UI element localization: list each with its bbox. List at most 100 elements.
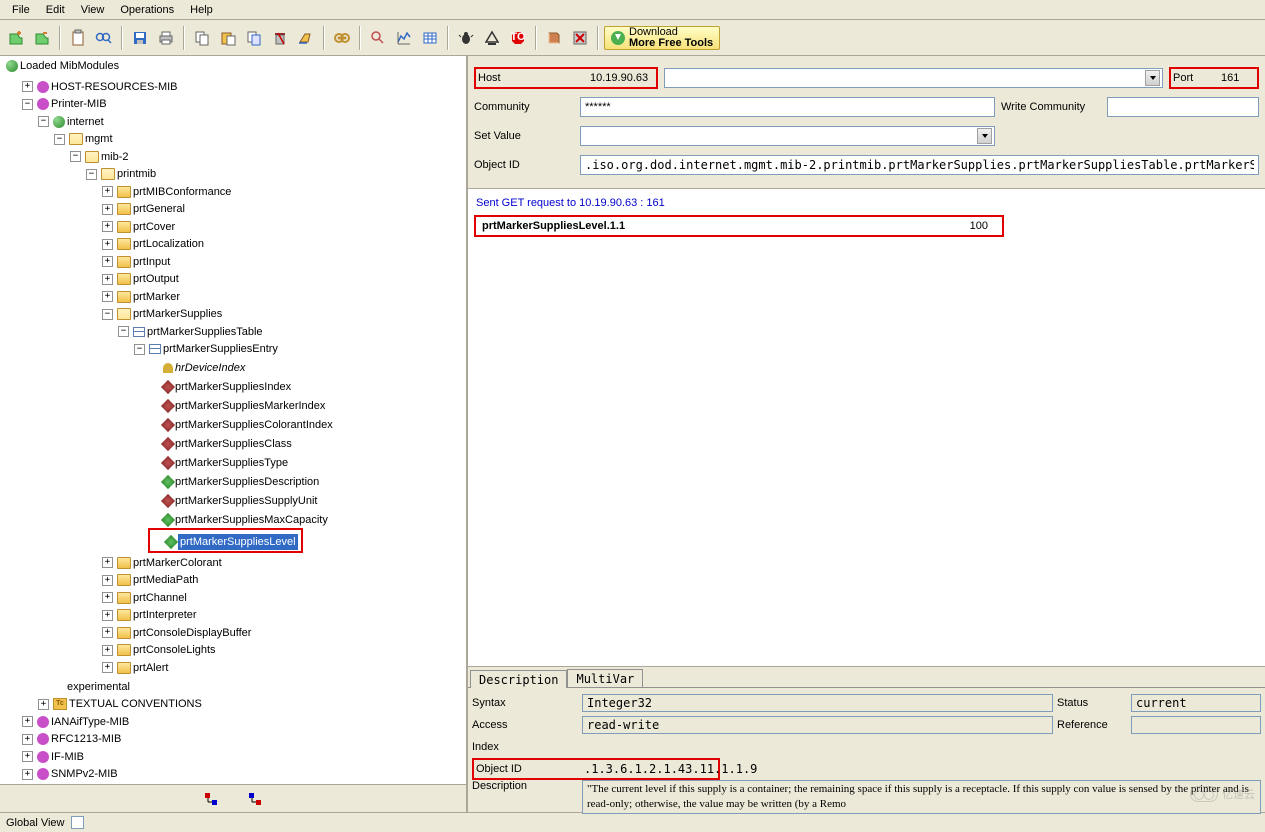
tree-item[interactable]: RFC1213-MIB xyxy=(51,731,121,747)
tree-item[interactable]: prtMarker xyxy=(133,289,180,305)
expand-toggle[interactable]: − xyxy=(86,169,97,180)
menu-view[interactable]: View xyxy=(73,2,113,18)
tree-item[interactable]: prtMarkerSuppliesMaxCapacity xyxy=(175,512,328,528)
setvalue-dropdown[interactable] xyxy=(580,126,995,146)
expand-toggle[interactable]: + xyxy=(102,557,113,568)
expand-toggle[interactable]: + xyxy=(102,256,113,267)
tree-item[interactable]: prtMarkerColorant xyxy=(133,555,222,571)
menu-operations[interactable]: Operations xyxy=(112,2,182,18)
tree-item[interactable]: prtCover xyxy=(133,219,175,235)
expand-toggle[interactable]: + xyxy=(102,274,113,285)
tree-item[interactable]: prtOutput xyxy=(133,271,179,287)
expand-toggle[interactable]: + xyxy=(102,221,113,232)
result-panel[interactable]: Sent GET request to 10.19.90.63 : 161 pr… xyxy=(468,188,1265,667)
expand-toggle[interactable]: + xyxy=(102,592,113,603)
mib-tree[interactable]: Loaded MibModules + HOST-RESOURCES-MIB −… xyxy=(0,56,466,784)
expand-toggle[interactable]: − xyxy=(70,151,81,162)
tree-item[interactable]: prtMarkerSuppliesMarkerIndex xyxy=(175,398,325,414)
menu-help[interactable]: Help xyxy=(182,2,221,18)
expand-toggle[interactable]: + xyxy=(22,734,33,745)
exit-icon[interactable] xyxy=(568,26,592,50)
host-dropdown[interactable] xyxy=(664,68,1163,88)
tree-item[interactable]: prtGeneral xyxy=(133,201,185,217)
community-input[interactable] xyxy=(580,97,995,117)
tree-item[interactable]: prtMarkerSuppliesColorantIndex xyxy=(175,417,333,433)
tree-item[interactable]: prtMarkerSuppliesTable xyxy=(147,324,263,340)
debug-icon[interactable] xyxy=(454,26,478,50)
expand-toggle[interactable]: − xyxy=(54,134,65,145)
tree-item[interactable]: prtMIBConformance xyxy=(133,184,231,200)
get-icon[interactable] xyxy=(366,26,390,50)
expand-toggle[interactable]: + xyxy=(102,291,113,302)
expand-toggle[interactable]: + xyxy=(102,610,113,621)
paste-icon[interactable] xyxy=(216,26,240,50)
tree-item[interactable]: prtMarkerSuppliesEntry xyxy=(163,341,278,357)
print-icon[interactable] xyxy=(154,26,178,50)
find-icon[interactable] xyxy=(92,26,116,50)
download-tools-button[interactable]: Download More Free Tools xyxy=(604,26,720,50)
expand-toggle[interactable]: − xyxy=(22,99,33,110)
tree-item[interactable]: prtChannel xyxy=(133,590,187,606)
tree-nav-icon[interactable] xyxy=(204,792,218,806)
expand-toggle[interactable]: + xyxy=(102,645,113,656)
tree-item[interactable]: IANAifType-MIB xyxy=(51,714,129,730)
tree-item[interactable]: prtMediaPath xyxy=(133,572,198,588)
tree-item[interactable]: Printer-MIB xyxy=(51,96,107,112)
tab-description[interactable]: Description xyxy=(470,670,567,688)
expand-toggle[interactable]: − xyxy=(102,309,113,320)
expand-toggle[interactable]: + xyxy=(102,204,113,215)
clipboard-icon[interactable] xyxy=(66,26,90,50)
tree-item[interactable]: IF-MIB xyxy=(51,749,84,765)
expand-toggle[interactable]: − xyxy=(134,344,145,355)
clear-icon[interactable] xyxy=(294,26,318,50)
tree-item[interactable]: prtConsoleLights xyxy=(133,642,216,658)
tree-root[interactable]: Loaded MibModules xyxy=(20,58,119,74)
tab-multivar[interactable]: MultiVar xyxy=(567,669,643,687)
tree-item[interactable]: prtMarkerSuppliesIndex xyxy=(175,379,291,395)
tree-item[interactable]: prtMarkerSuppliesClass xyxy=(175,436,292,452)
expand-toggle[interactable]: + xyxy=(22,716,33,727)
objectid-input[interactable] xyxy=(580,155,1259,175)
tree-item[interactable]: prtAlert xyxy=(133,660,168,676)
tree-item[interactable]: mgmt xyxy=(85,131,113,147)
save-icon[interactable] xyxy=(128,26,152,50)
expand-toggle[interactable]: + xyxy=(38,699,49,710)
delete-icon[interactable] xyxy=(268,26,292,50)
copy-icon[interactable] xyxy=(190,26,214,50)
global-view-checkbox[interactable] xyxy=(71,816,84,829)
expand-toggle[interactable]: − xyxy=(38,116,49,127)
unload-mib-icon[interactable] xyxy=(30,26,54,50)
expand-toggle[interactable]: + xyxy=(102,186,113,197)
write-community-input[interactable] xyxy=(1107,97,1259,117)
tree-item[interactable]: prtInterpreter xyxy=(133,607,197,623)
tree-item[interactable]: prtMarkerSuppliesType xyxy=(175,455,288,471)
expand-toggle[interactable]: − xyxy=(118,326,129,337)
tree-item-selected[interactable]: prtMarkerSuppliesLevel xyxy=(178,534,298,550)
tree-item[interactable]: prtMarkerSuppliesDescription xyxy=(175,474,319,490)
tree-item[interactable]: prtLocalization xyxy=(133,236,204,252)
cut-icon[interactable] xyxy=(242,26,266,50)
expand-toggle[interactable]: + xyxy=(102,627,113,638)
tree-item[interactable]: internet xyxy=(67,114,104,130)
expand-toggle[interactable]: + xyxy=(22,81,33,92)
tree-item[interactable]: prtInput xyxy=(133,254,170,270)
load-mib-icon[interactable] xyxy=(4,26,28,50)
tree-nav-icon[interactable] xyxy=(248,792,262,806)
tree-item[interactable]: SNMPv2-MIB xyxy=(51,766,118,782)
tree-item[interactable]: TEXTUAL CONVENTIONS xyxy=(69,696,202,712)
expand-toggle[interactable]: + xyxy=(102,239,113,250)
settings-icon[interactable] xyxy=(330,26,354,50)
trap-icon[interactable] xyxy=(480,26,504,50)
tree-item[interactable]: printmib xyxy=(117,166,156,182)
tree-item[interactable]: prtConsoleDisplayBuffer xyxy=(133,625,251,641)
tree-item[interactable]: hrDeviceIndex xyxy=(175,360,245,376)
tree-item[interactable]: prtMarkerSuppliesSupplyUnit xyxy=(175,493,317,509)
menu-file[interactable]: File xyxy=(4,2,38,18)
tree-item[interactable]: mib-2 xyxy=(101,149,129,165)
expand-toggle[interactable]: + xyxy=(22,769,33,780)
expand-toggle[interactable]: + xyxy=(102,662,113,673)
tree-item[interactable]: experimental xyxy=(67,679,130,695)
expand-toggle[interactable]: + xyxy=(102,575,113,586)
table-icon[interactable] xyxy=(418,26,442,50)
tree-item[interactable]: prtMarkerSupplies xyxy=(133,306,222,322)
